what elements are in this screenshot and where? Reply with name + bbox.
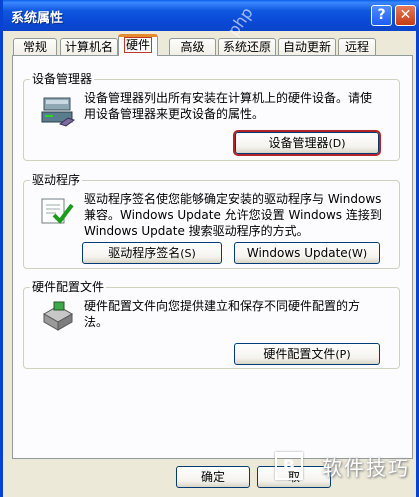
- drivers-description-line2: 兼容。Windows Update 允许您设置 Windows 连接到: [84, 208, 382, 222]
- tab-general[interactable]: 常规: [13, 38, 57, 55]
- title-bar[interactable]: 系统属性 ? ✕: [3, 0, 419, 31]
- drivers-group: 驱动程序 驱动程序签名使您能够确定安装的驱动程序与 Windows 兼容。Win…: [23, 173, 400, 269]
- device-manager-icon: [41, 97, 76, 127]
- watermark-text: 软件技巧: [322, 456, 410, 480]
- hardware-profiles-description-line1: 硬件配置文件向您提供建立和保存不同硬件配置的方: [84, 299, 361, 313]
- device-manager-description-line1: 设备管理器列出所有安装在计算机上的硬件设备。请使: [84, 91, 373, 105]
- hardware-profiles-legend: 硬件配置文件: [30, 280, 107, 294]
- system-properties-window: 系统属性 ? ✕ 常规 计算机名 硬件 高级 系统还原 自动更新 远程 设备管理…: [0, 0, 419, 497]
- ok-button[interactable]: 确定: [176, 466, 250, 488]
- windows-update-button[interactable]: Windows Update(W): [234, 242, 380, 264]
- hardware-tab-panel: 设备管理器 设备管理器列出所有安装在计算机上的硬件设备。请使 用设备管理器来更改…: [12, 55, 413, 459]
- hardware-profiles-group: 硬件配置文件 硬件配置文件向您提供建立和保存不同硬件配置的方 法。 硬件配置文件…: [23, 280, 400, 369]
- window-title: 系统属性: [11, 11, 64, 26]
- device-manager-button[interactable]: 设备管理器(D): [235, 132, 379, 154]
- hardware-profiles-description-line2: 法。: [84, 315, 109, 329]
- device-manager-description-line2: 用设备管理器来更改设备的属性。: [84, 107, 265, 121]
- help-button[interactable]: ?: [371, 5, 392, 26]
- device-manager-legend: 设备管理器: [30, 72, 95, 86]
- tab-automatic-updates[interactable]: 自动更新: [278, 38, 336, 55]
- tab-system-restore[interactable]: 系统还原: [218, 38, 276, 55]
- device-manager-group: 设备管理器 设备管理器列出所有安装在计算机上的硬件设备。请使 用设备管理器来更改…: [23, 72, 400, 161]
- driver-signing-icon: [41, 198, 74, 225]
- driver-signing-button[interactable]: 驱动程序签名(S): [82, 242, 222, 264]
- tab-advanced[interactable]: 高级: [169, 38, 216, 55]
- tab-hardware[interactable]: 硬件: [118, 34, 158, 56]
- tab-remote[interactable]: 远程: [338, 38, 376, 55]
- hardware-profiles-icon: [42, 301, 74, 331]
- drivers-description-line1: 驱动程序签名使您能够确定安装的驱动程序与 Windows: [84, 192, 382, 206]
- watermark-logo-box: B: [275, 452, 303, 480]
- close-button[interactable]: ✕: [395, 5, 416, 26]
- drivers-description-line3: Windows Update 搜索驱动程序的方式。: [84, 224, 309, 238]
- hardware-profiles-button[interactable]: 硬件配置文件(P): [234, 343, 380, 365]
- drivers-legend: 驱动程序: [30, 173, 83, 187]
- tab-computer-name[interactable]: 计算机名: [60, 38, 118, 55]
